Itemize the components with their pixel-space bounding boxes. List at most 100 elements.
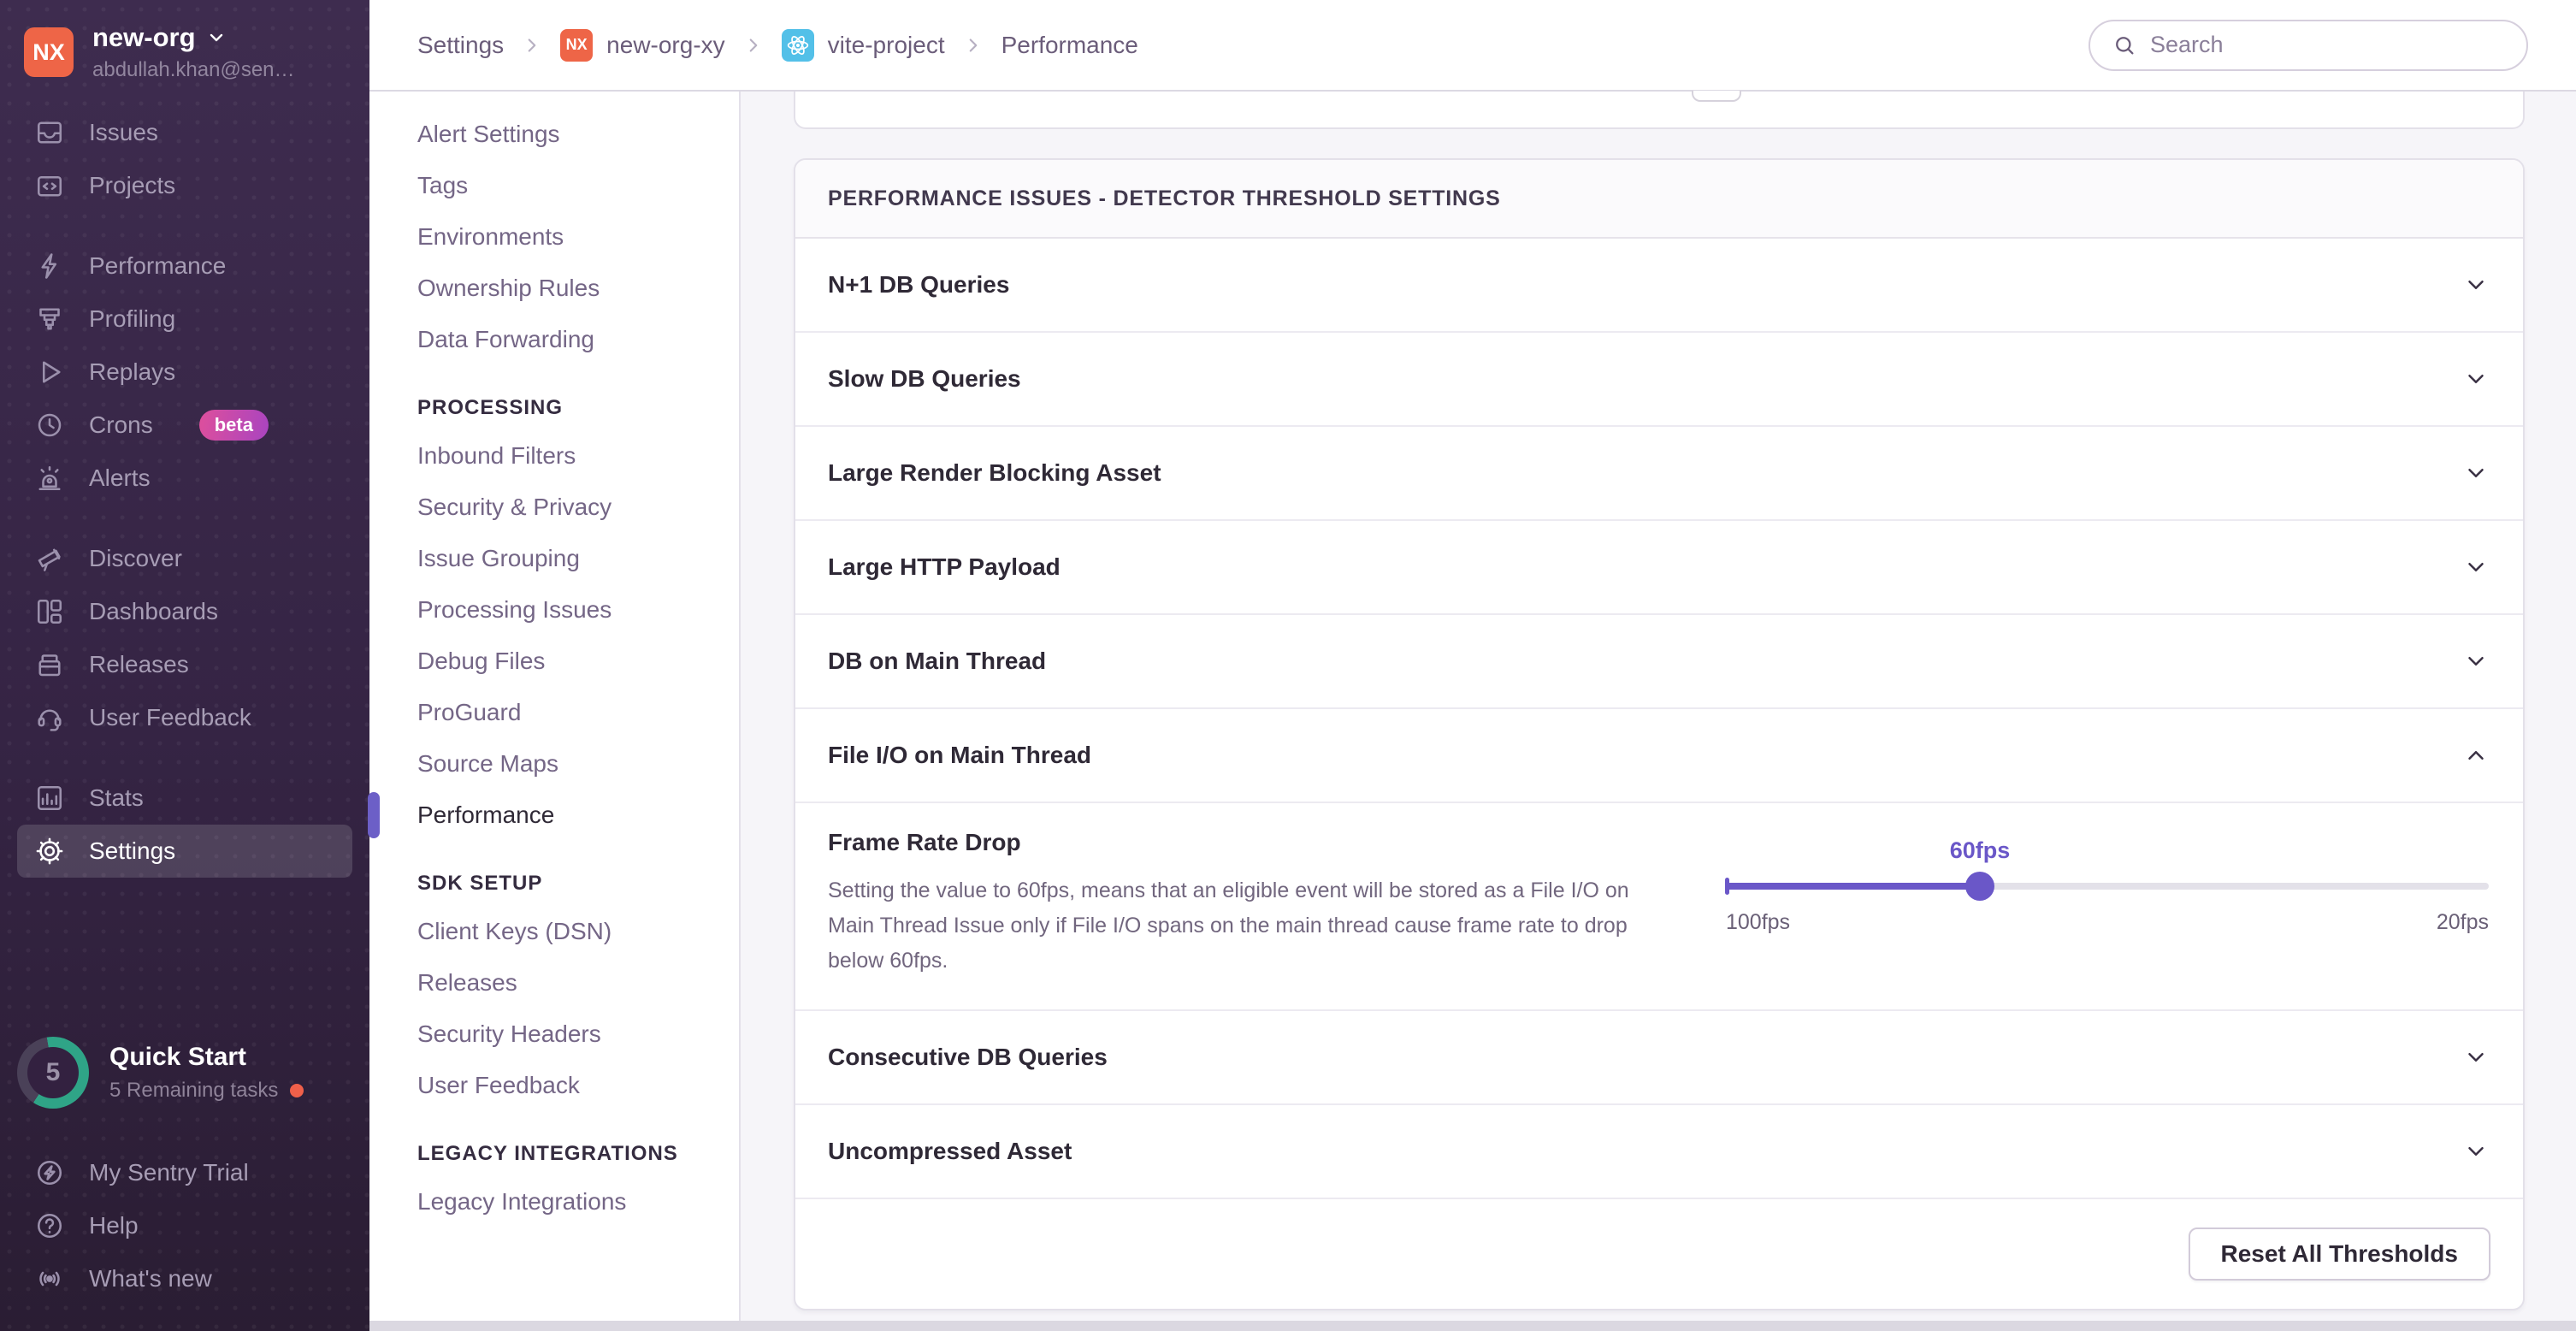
- settings-nav-item[interactable]: Security Headers: [369, 1009, 739, 1060]
- sidebar-item-label: Replays: [89, 358, 175, 386]
- chevron-up-icon[interactable]: [2463, 742, 2489, 768]
- settings-nav-item[interactable]: Source Maps: [369, 738, 739, 790]
- reset-all-thresholds-button[interactable]: Reset All Thresholds: [2189, 1227, 2490, 1281]
- quick-start[interactable]: 5 Quick Start 5 Remaining tasks: [17, 1037, 304, 1109]
- settings-nav: Alert Settings Tags Environments Ownersh…: [369, 92, 741, 1331]
- sidebar-item-label: Projects: [89, 172, 175, 199]
- slider-end-cap: [1725, 878, 1729, 895]
- sidebar-item-profiling[interactable]: Profiling: [0, 293, 369, 346]
- progress-ring: 5: [17, 1037, 89, 1109]
- detector-row-uncompressed-asset[interactable]: Uncompressed Asset: [795, 1105, 2523, 1199]
- breadcrumb-project[interactable]: vite-project: [782, 29, 945, 62]
- settings-nav-item[interactable]: Releases: [369, 957, 739, 1009]
- chevron-down-icon[interactable]: [2463, 1044, 2489, 1070]
- slider-fill: [1726, 883, 1980, 890]
- settings-nav-item[interactable]: Inbound Filters: [369, 430, 739, 482]
- settings-nav-item[interactable]: Data Forwarding: [369, 314, 739, 365]
- sidebar-item-alerts[interactable]: Alerts: [0, 452, 369, 505]
- sidebar-item-releases[interactable]: Releases: [0, 638, 369, 691]
- detector-row-n1-db-queries[interactable]: N+1 DB Queries: [795, 239, 2523, 333]
- breadcrumb-page: Performance: [1001, 32, 1138, 59]
- primary-nav: Issues Projects Performance Profiling Re…: [0, 106, 369, 878]
- breadcrumb-org[interactable]: NX new-org-xy: [560, 29, 724, 62]
- quick-start-subtitle: 5 Remaining tasks: [109, 1079, 278, 1103]
- detector-row-consecutive-db-queries[interactable]: Consecutive DB Queries: [795, 1011, 2523, 1105]
- detector-row-large-render-blocking-asset[interactable]: Large Render Blocking Asset: [795, 427, 2523, 521]
- sidebar-item-label: Settings: [89, 837, 175, 865]
- gear-icon: [34, 836, 65, 867]
- detector-row-slow-db-queries[interactable]: Slow DB Queries: [795, 333, 2523, 427]
- dashboard-icon: [34, 596, 65, 627]
- detector-row-large-http-payload[interactable]: Large HTTP Payload: [795, 521, 2523, 615]
- settings-nav-item[interactable]: ProGuard: [369, 687, 739, 738]
- sidebar-item-projects[interactable]: Projects: [0, 159, 369, 212]
- sidebar-item-user-feedback[interactable]: User Feedback: [0, 691, 369, 744]
- detector-row-file-io-on-main-thread[interactable]: File I/O on Main Thread: [795, 709, 2523, 803]
- sidebar-item-performance[interactable]: Performance: [0, 240, 369, 293]
- detector-row-db-on-main-thread[interactable]: DB on Main Thread: [795, 615, 2523, 709]
- org-switcher[interactable]: NX new-org abdullah.khan@sen…: [0, 0, 369, 82]
- cut-off-control-fragment: [1692, 91, 1741, 102]
- slider-track[interactable]: [1726, 883, 2489, 890]
- settings-nav-item-performance[interactable]: Performance: [369, 790, 739, 841]
- beta-badge: beta: [199, 410, 269, 441]
- slider-max-label: 20fps: [2437, 910, 2489, 935]
- sidebar-item-label: Releases: [89, 651, 189, 678]
- progress-count: 5: [27, 1047, 79, 1098]
- lightning-circle-icon: [34, 1157, 65, 1188]
- chevron-down-icon[interactable]: [2463, 460, 2489, 486]
- breadcrumb-org-label: new-org-xy: [606, 32, 724, 59]
- settings-nav-heading: SDK SETUP: [369, 861, 739, 906]
- frame-rate-slider: 60fps 100fps 20fps: [1726, 829, 2489, 979]
- sidebar-item-crons[interactable]: Crons beta: [0, 399, 369, 452]
- chevron-down-icon[interactable]: [2463, 648, 2489, 674]
- settings-nav-item[interactable]: Alert Settings: [369, 109, 739, 160]
- sidebar-item-label: What's new: [89, 1265, 212, 1293]
- breadcrumb-settings[interactable]: Settings: [417, 32, 504, 59]
- main-content: PERFORMANCE ISSUES - DETECTOR THRESHOLD …: [742, 92, 2576, 1331]
- play-icon: [34, 357, 65, 387]
- sidebar-item-settings[interactable]: Settings: [17, 825, 352, 878]
- chevron-right-icon: [521, 34, 543, 56]
- frame-rate-drop-section: Frame Rate Drop Setting the value to 60f…: [795, 803, 2523, 1011]
- settings-nav-item[interactable]: Client Keys (DSN): [369, 906, 739, 957]
- sidebar-item-label: Crons: [89, 411, 153, 439]
- sidebar-item-help[interactable]: Help: [0, 1199, 369, 1252]
- search-box[interactable]: [2089, 20, 2528, 71]
- settings-nav-item[interactable]: Security & Privacy: [369, 482, 739, 533]
- chevron-down-icon[interactable]: [2463, 1139, 2489, 1164]
- slider-handle[interactable]: [1965, 872, 1994, 901]
- sidebar-item-issues[interactable]: Issues: [0, 106, 369, 159]
- notification-dot: [290, 1084, 304, 1097]
- sidebar-item-replays[interactable]: Replays: [0, 346, 369, 399]
- settings-nav-item[interactable]: Debug Files: [369, 636, 739, 687]
- chevron-right-icon: [742, 34, 765, 56]
- chevron-down-icon[interactable]: [2463, 554, 2489, 580]
- org-badge: NX: [560, 29, 593, 62]
- scrolled-card-fragment: [794, 92, 2525, 129]
- settings-nav-item[interactable]: Processing Issues: [369, 584, 739, 636]
- profiling-icon: [34, 304, 65, 334]
- sidebar-item-trial[interactable]: My Sentry Trial: [0, 1146, 369, 1199]
- horizontal-scrollbar[interactable]: [369, 1321, 2576, 1331]
- sidebar-item-stats[interactable]: Stats: [0, 772, 369, 825]
- settings-nav-item[interactable]: Ownership Rules: [369, 263, 739, 314]
- frame-rate-drop-description: Setting the value to 60fps, means that a…: [828, 873, 1640, 979]
- settings-nav-item[interactable]: Legacy Integrations: [369, 1176, 739, 1227]
- chevron-down-icon[interactable]: [2463, 366, 2489, 392]
- settings-nav-item[interactable]: User Feedback: [369, 1060, 739, 1111]
- settings-nav-item[interactable]: Environments: [369, 211, 739, 263]
- sidebar-item-label: Stats: [89, 784, 144, 812]
- folder-code-icon: [34, 170, 65, 201]
- chevron-down-icon[interactable]: [2463, 272, 2489, 298]
- settings-nav-item[interactable]: Tags: [369, 160, 739, 211]
- sidebar-item-dashboards[interactable]: Dashboards: [0, 585, 369, 638]
- settings-nav-item[interactable]: Issue Grouping: [369, 533, 739, 584]
- sidebar-item-discover[interactable]: Discover: [0, 532, 369, 585]
- quick-start-title: Quick Start: [109, 1043, 304, 1072]
- slider-min-label: 100fps: [1726, 910, 1790, 935]
- sidebar-item-label: Dashboards: [89, 598, 218, 625]
- sidebar-item-whats-new[interactable]: What's new: [0, 1252, 369, 1305]
- search-input[interactable]: [2150, 32, 2504, 58]
- chevron-down-icon: [206, 27, 227, 48]
